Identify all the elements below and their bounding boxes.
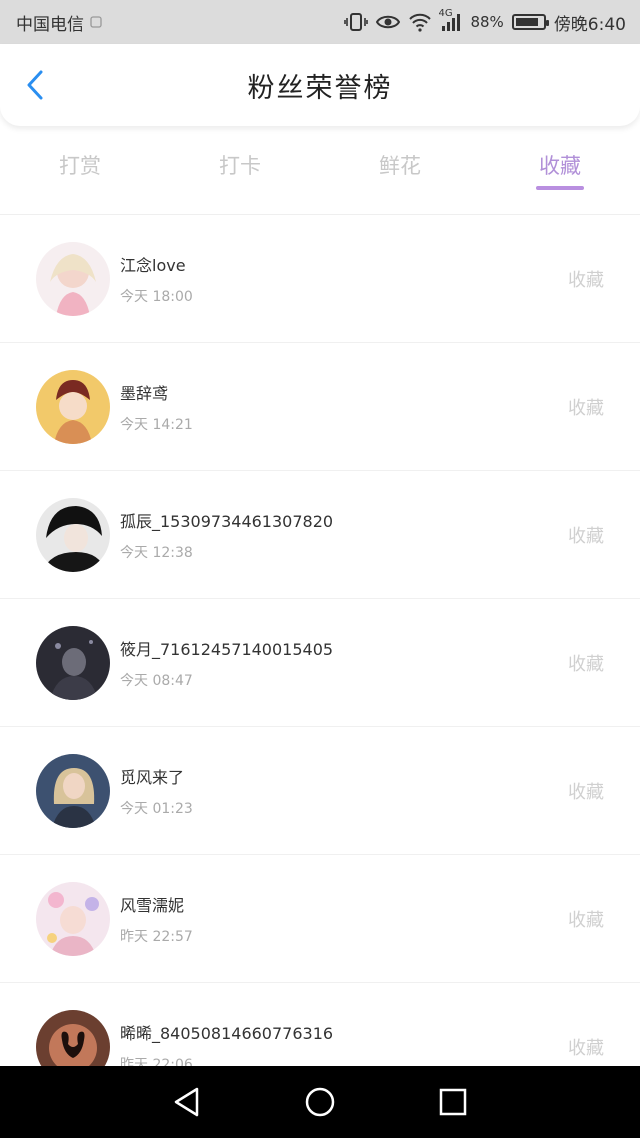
page-title: 粉丝荣誉榜 (247, 72, 393, 104)
home-circle-icon (305, 1087, 335, 1117)
action-label: 收藏 (568, 525, 604, 547)
list-item[interactable]: 墨辞鸢 今天 14:21 收藏 (0, 343, 640, 471)
status-bar: 中国电信 4G 88% 傍晚6:40 (0, 0, 640, 44)
action-label: 收藏 (568, 397, 604, 419)
avatar[interactable] (36, 625, 110, 700)
user-name: 晞晞_84050814660776316 (120, 1023, 334, 1043)
list-item[interactable]: 筱月_71612457140015405 今天 08:47 收藏 (0, 599, 640, 727)
timestamp: 今天 12:38 (120, 544, 193, 561)
timestamp: 今天 18:00 (120, 288, 193, 305)
back-button[interactable] (18, 68, 52, 102)
user-name: 风雪濡妮 (120, 895, 185, 915)
vibrate-icon (344, 12, 369, 32)
tab-checkin[interactable]: 打卡 (160, 140, 320, 196)
list-item-info: 觅风来了 今天 01:23 (120, 764, 568, 818)
signal-icon: 4G (438, 8, 462, 32)
status-right: 4G 88% 傍晚6:40 (344, 8, 626, 35)
status-left: 中国电信 (16, 10, 102, 35)
tab-flowers[interactable]: 鲜花 (320, 140, 480, 196)
user-name: 筱月_71612457140015405 (120, 639, 334, 659)
tab-favorites[interactable]: 收藏 (480, 140, 640, 196)
list-item-info: 江念love 今天 18:00 (120, 252, 568, 306)
list-item[interactable]: 江念love 今天 18:00 收藏 (0, 215, 640, 343)
list-item[interactable]: 觅风来了 今天 01:23 收藏 (0, 727, 640, 855)
tab-bar: 打赏 打卡 鲜花 收藏 (0, 140, 640, 196)
carrier-label: 中国电信 (16, 14, 84, 35)
timestamp: 今天 01:23 (120, 800, 193, 817)
battery-icon (511, 14, 549, 30)
battery-percent: 88% (470, 13, 504, 31)
action-label: 收藏 (568, 1037, 604, 1059)
timestamp: 今天 08:47 (120, 672, 193, 689)
back-triangle-icon (174, 1087, 198, 1117)
nav-back-button[interactable] (167, 1082, 207, 1122)
avatar[interactable] (36, 241, 110, 316)
avatar[interactable] (36, 497, 110, 572)
list-item-info: 风雪濡妮 昨天 22:57 (120, 892, 568, 946)
timestamp: 昨天 22:57 (120, 928, 193, 945)
eye-icon (376, 13, 401, 31)
nav-recents-button[interactable] (433, 1082, 473, 1122)
list-item-info: 孤辰_15309734461307820 今天 12:38 (120, 508, 568, 562)
clock: 傍晚6:40 (553, 14, 626, 35)
action-label: 收藏 (568, 269, 604, 291)
network-label: 4G (438, 8, 453, 19)
action-label: 收藏 (568, 653, 604, 675)
action-label: 收藏 (568, 909, 604, 931)
user-name: 江念love (120, 255, 186, 275)
header: 粉丝荣誉榜 (0, 44, 640, 126)
tab-reward[interactable]: 打赏 (0, 140, 160, 196)
recents-square-icon (440, 1088, 467, 1116)
nav-home-button[interactable] (300, 1082, 340, 1122)
user-name: 觅风来了 (120, 767, 185, 787)
list-item-info: 墨辞鸢 今天 14:21 (120, 380, 568, 434)
sim-icon (90, 16, 102, 28)
user-name: 墨辞鸢 (120, 383, 169, 403)
timestamp: 今天 14:21 (120, 416, 193, 433)
list-item[interactable]: 风雪濡妮 昨天 22:57 收藏 (0, 855, 640, 983)
user-name: 孤辰_15309734461307820 (120, 511, 334, 531)
system-nav-bar (0, 1066, 640, 1138)
list-item-info: 筱月_71612457140015405 今天 08:47 (120, 636, 568, 690)
list-item[interactable]: 孤辰_15309734461307820 今天 12:38 收藏 (0, 471, 640, 599)
chevron-left-icon (27, 70, 43, 100)
avatar[interactable] (36, 753, 110, 828)
avatar[interactable] (36, 881, 110, 956)
action-label: 收藏 (568, 781, 604, 803)
avatar[interactable] (36, 369, 110, 444)
wifi-icon (408, 12, 432, 32)
fan-list: 江念love 今天 18:00 收藏 墨辞鸢 今天 14:21 收藏 孤辰_15… (0, 214, 640, 1111)
